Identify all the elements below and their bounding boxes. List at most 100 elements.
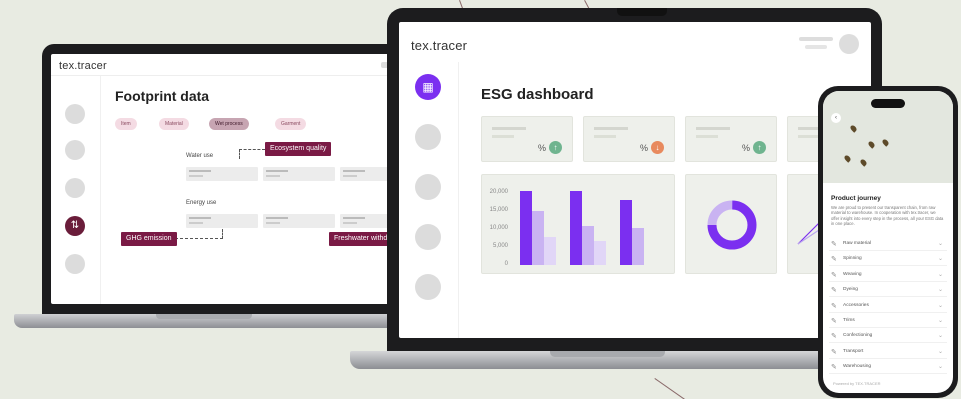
app-logo[interactable]: tex.tracer: [59, 60, 107, 72]
filter-pill[interactable]: Item: [115, 118, 137, 130]
filter-pill-active[interactable]: Wet process: [209, 118, 249, 130]
nav-item[interactable]: [415, 174, 441, 200]
arrow-up-icon: ↑: [549, 141, 562, 154]
bar[interactable]: [520, 191, 532, 265]
nav-item[interactable]: [65, 140, 85, 160]
map-pin-icon[interactable]: [859, 158, 868, 167]
section-label: Water use: [186, 153, 214, 159]
header-text: [805, 45, 827, 49]
bar[interactable]: [570, 191, 582, 265]
laptop-esg: tex.tracer ▦ ESG dashboard % ↑ % ↓ % ↑ 2…: [350, 8, 895, 376]
filter-pill[interactable]: Garment: [275, 118, 307, 130]
connector-line: [239, 149, 265, 159]
app-header: tex.tracer: [399, 22, 871, 62]
bar-chart-card[interactable]: 20,000 15,000 10,000 5,000 0: [481, 174, 675, 274]
step-icon: ✎: [831, 318, 837, 325]
callout-ghg: GHG emission: [121, 232, 177, 246]
journey-step[interactable]: ✎ Trims ⌄: [829, 314, 947, 328]
kpi-card[interactable]: % ↑: [481, 116, 573, 162]
app-logo[interactable]: tex.tracer: [411, 38, 467, 53]
step-label: Dyeing: [843, 287, 858, 293]
bar[interactable]: [582, 226, 594, 265]
journey-description: We are proud to present our transparent …: [831, 205, 944, 226]
arrow-down-icon: ↓: [651, 141, 664, 154]
phone: ‹ Product journey We are proud to presen…: [818, 86, 958, 398]
map-pin-icon[interactable]: [849, 124, 858, 133]
step-icon: ✎: [831, 302, 837, 310]
nav-item[interactable]: [65, 254, 85, 274]
step-label: Warehousing: [843, 364, 872, 370]
nav-item[interactable]: [415, 124, 441, 150]
step-icon: ✎: [831, 348, 837, 356]
chevron-down-icon: ⌄: [937, 256, 943, 263]
bar[interactable]: [620, 200, 632, 265]
kpi-card[interactable]: % ↑: [685, 116, 777, 162]
chevron-down-icon: ⌄: [937, 333, 943, 340]
kpi-card[interactable]: % ↓: [583, 116, 675, 162]
bar[interactable]: [594, 240, 606, 265]
step-label: Transport: [843, 348, 864, 354]
sidebar: ⇅: [51, 76, 101, 304]
avatar[interactable]: [839, 34, 859, 54]
kpi-percent: %: [639, 143, 648, 153]
step-label: Spinning: [843, 256, 862, 262]
y-tick-label: 0: [504, 261, 508, 267]
data-field[interactable]: [186, 214, 258, 228]
sidebar: ▦: [399, 62, 459, 338]
journey-step[interactable]: ✎ Spinning ⌄: [829, 252, 947, 267]
map-pin-icon[interactable]: [881, 138, 890, 147]
camera-notch: [617, 8, 667, 16]
step-icon: ✎: [831, 364, 837, 372]
step-icon: ✎: [831, 256, 837, 264]
chevron-down-icon: ⌄: [937, 364, 943, 371]
journey-step[interactable]: ✎ Accessories ⌄: [829, 299, 947, 313]
header-text: [799, 37, 833, 41]
chevron-down-icon: ⌄: [937, 287, 943, 294]
laptop-notch: [156, 314, 252, 319]
data-field[interactable]: [186, 167, 258, 181]
journey-title: Product journey: [831, 195, 881, 202]
journey-step[interactable]: ✎ Warehousing ⌄: [829, 360, 947, 375]
journey-step[interactable]: ✎ Raw material ⌄: [829, 237, 947, 251]
chevron-down-icon: ⌄: [937, 271, 943, 278]
page-title: Footprint data: [115, 88, 210, 104]
back-icon[interactable]: ‹: [831, 113, 841, 123]
journey-step[interactable]: ✎ Dyeing ⌄: [829, 283, 947, 298]
step-label: Raw material: [843, 241, 871, 246]
step-icon: ✎: [831, 333, 837, 341]
step-label: Confectioning: [843, 333, 873, 339]
footer-text: Powered by TEX.TRACER: [833, 381, 881, 386]
data-field[interactable]: [263, 167, 335, 181]
kpi-percent: %: [537, 143, 546, 153]
bar[interactable]: [632, 228, 644, 265]
donut-chart-card[interactable]: [685, 174, 777, 274]
nav-item[interactable]: [65, 104, 85, 124]
nav-item[interactable]: [415, 224, 441, 250]
journey-step[interactable]: ✎ Confectioning ⌄: [829, 329, 947, 344]
y-tick-label: 5,000: [492, 243, 508, 249]
nav-item-active[interactable]: ⇅: [65, 216, 85, 236]
bar[interactable]: [532, 211, 544, 265]
dashboard-icon[interactable]: ▦: [415, 74, 441, 100]
section-label: Energy use: [186, 200, 217, 206]
y-tick-label: 15,000: [489, 207, 508, 213]
chevron-down-icon: ⌄: [937, 241, 943, 247]
callout-ecosystem: Ecosystem quality: [265, 142, 332, 156]
kpi-percent: %: [741, 143, 750, 153]
journey-step[interactable]: ✎ Weaving ⌄: [829, 268, 947, 282]
chevron-down-icon: ⌄: [937, 348, 943, 355]
step-icon: ✎: [831, 271, 837, 279]
nav-item[interactable]: [65, 178, 85, 198]
bar[interactable]: [544, 237, 556, 265]
filter-pill[interactable]: Material: [159, 118, 189, 130]
nav-item[interactable]: [415, 274, 441, 300]
footprint-icon: ⇅: [70, 220, 80, 231]
journey-step[interactable]: ✎ Transport ⌄: [829, 345, 947, 359]
chevron-down-icon: ⌄: [937, 302, 943, 309]
step-icon: ✎: [831, 241, 837, 248]
map-pin-icon[interactable]: [867, 140, 876, 149]
map-pin-icon[interactable]: [843, 154, 852, 163]
data-field[interactable]: [263, 214, 335, 228]
step-label: Accessories: [843, 302, 869, 308]
y-tick-label: 10,000: [489, 225, 508, 231]
